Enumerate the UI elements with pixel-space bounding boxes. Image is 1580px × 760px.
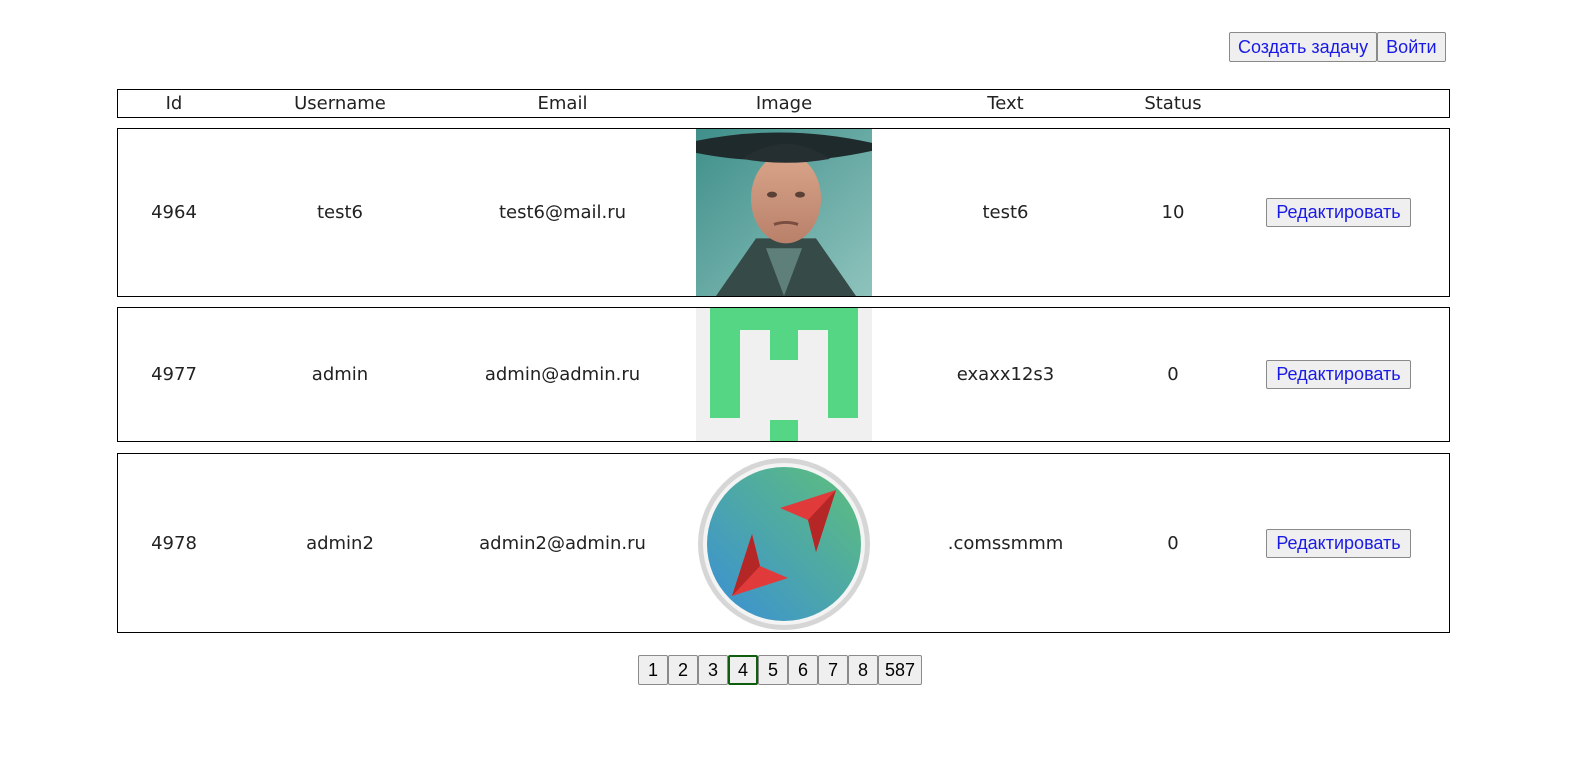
edit-button[interactable]: Редактировать (1266, 528, 1411, 558)
page-button[interactable]: 1 (638, 655, 668, 685)
row-actions: Редактировать (1228, 308, 1449, 441)
row-id: 4977 (151, 364, 197, 385)
page-button[interactable]: 5 (758, 655, 788, 685)
row-actions: Редактировать (1228, 454, 1449, 632)
header-actions: Создать задачу Войти (1229, 32, 1446, 62)
column-header-image: Image (755, 93, 813, 114)
page-button[interactable]: 8 (848, 655, 878, 685)
row-username: admin (311, 364, 369, 385)
login-button[interactable]: Войти (1377, 32, 1446, 62)
column-header-status: Status (1144, 93, 1202, 114)
edit-button[interactable]: Редактировать (1266, 198, 1411, 227)
row-text: exaxx12s3 (956, 364, 1055, 385)
pagination: 1 2 3 4 5 6 7 8 587 (638, 655, 923, 685)
task-image-photo (696, 129, 872, 296)
row-status: 10 (1161, 202, 1185, 223)
row-email: admin@admin.ru (484, 364, 641, 385)
row-text: test6 (982, 202, 1029, 223)
row-actions: Редактировать (1228, 129, 1449, 296)
table-row: 4978 admin2 admin2@admin.ru .comssmmm 0 … (117, 453, 1450, 633)
table-row: 4977 admin admin@admin.ru exaxx12s3 0 Ре… (117, 307, 1450, 442)
column-header-email: Email (537, 93, 588, 114)
column-header-id: Id (165, 93, 183, 114)
row-username: admin2 (306, 532, 374, 554)
page-button-last[interactable]: 587 (878, 655, 923, 685)
task-image-logo-arrows (696, 454, 872, 632)
row-id: 4978 (151, 532, 197, 554)
row-text: .comssmmm (947, 532, 1064, 554)
row-email: admin2@admin.ru (479, 532, 646, 554)
row-email: test6@mail.ru (498, 202, 627, 223)
page-button-current[interactable]: 4 (728, 655, 758, 685)
column-header-username: Username (294, 93, 386, 114)
page-button[interactable]: 7 (818, 655, 848, 685)
page-button[interactable]: 2 (668, 655, 698, 685)
row-status: 0 (1167, 532, 1179, 554)
table-row: 4964 test6 test6@mail.ru test6 10 Редакт… (117, 128, 1450, 297)
column-header-text: Text (987, 93, 1024, 114)
row-status: 0 (1167, 364, 1179, 385)
row-username: test6 (316, 202, 364, 223)
page-button[interactable]: 3 (698, 655, 728, 685)
row-id: 4964 (151, 202, 197, 223)
table-header: Id Username Email Image Text Status (117, 89, 1450, 118)
create-task-button[interactable]: Создать задачу (1229, 32, 1378, 62)
task-image-logo-h (696, 308, 872, 441)
edit-button[interactable]: Редактировать (1266, 360, 1411, 389)
page-button[interactable]: 6 (788, 655, 818, 685)
